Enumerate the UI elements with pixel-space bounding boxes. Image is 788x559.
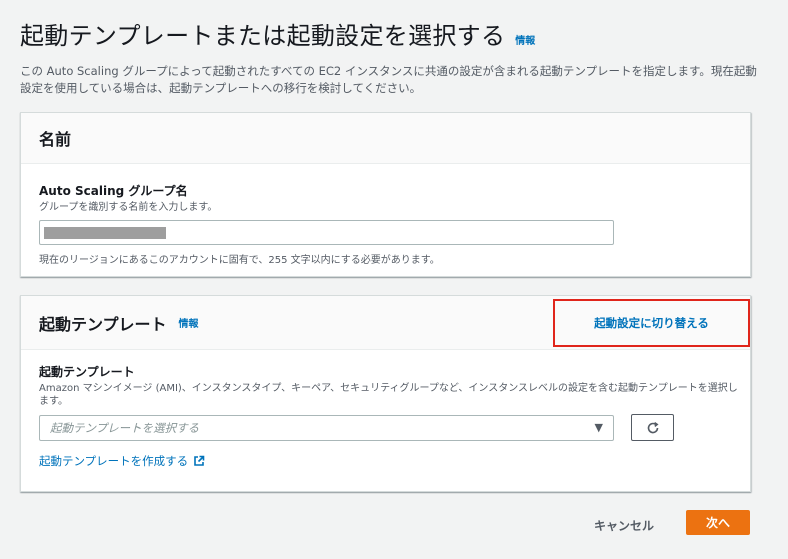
title-row: 起動テンプレートまたは起動設定を選択する 情報: [20, 16, 770, 51]
name-section-header: 名前: [21, 113, 750, 164]
launch-template-section-header: 起動テンプレート 情報 起動設定に切り替える: [21, 296, 750, 350]
switch-to-launch-config-button[interactable]: 起動設定に切り替える: [553, 299, 750, 347]
template-info-link[interactable]: 情報: [179, 315, 199, 330]
create-launch-template-label: 起動テンプレートを作成する: [39, 454, 189, 468]
group-name-description: グループを識別する名前を入力します。: [39, 202, 218, 213]
refresh-button[interactable]: [631, 414, 674, 441]
launch-template-section-title: 起動テンプレート: [39, 314, 167, 334]
refresh-icon: [647, 421, 659, 433]
next-button[interactable]: 次へ: [686, 510, 750, 535]
page: 起動テンプレートまたは起動設定を選択する 情報 この Auto Scaling …: [0, 0, 788, 559]
name-section-body: Auto Scaling グループ名 グループを識別する名前を入力します。 現在…: [21, 164, 750, 266]
create-launch-template-link[interactable]: 起動テンプレートを作成する: [39, 453, 205, 469]
launch-template-select[interactable]: 起動テンプレートを選択する ▼: [39, 414, 614, 441]
page-header: 起動テンプレートまたは起動設定を選択する 情報 この Auto Scaling …: [20, 16, 770, 97]
launch-template-label: 起動テンプレート: [39, 365, 135, 379]
launch-template-select-placeholder: 起動テンプレートを選択する: [50, 420, 200, 435]
caret-down-icon: ▼: [594, 421, 603, 434]
group-name-constraint: 現在のリージョンにあるこのアカウントに固有で、255 文字以内にする必要がありま…: [39, 255, 440, 266]
cancel-button[interactable]: キャンセル: [594, 517, 654, 534]
group-name-label: Auto Scaling グループ名: [39, 184, 188, 198]
page-title: 起動テンプレートまたは起動設定を選択する: [20, 22, 506, 50]
launch-template-section: 起動テンプレート 情報 起動設定に切り替える 起動テンプレート Amazon マ…: [20, 295, 751, 492]
redacted-input-value: [44, 227, 166, 239]
external-link-icon: [194, 455, 205, 466]
name-section: 名前 Auto Scaling グループ名 グループを識別する名前を入力します。…: [20, 112, 751, 277]
launch-template-description: Amazon マシンイメージ (AMI)、インスタンスタイプ、キーペア、セキュリ…: [39, 383, 738, 407]
name-section-title: 名前: [39, 130, 72, 149]
header-info-link[interactable]: 情報: [515, 32, 535, 47]
launch-template-section-body: 起動テンプレート Amazon マシンイメージ (AMI)、インスタンスタイプ、…: [21, 350, 750, 469]
launch-template-select-row: 起動テンプレートを選択する ▼: [39, 414, 732, 441]
group-name-input[interactable]: [39, 220, 614, 245]
page-description: この Auto Scaling グループによって起動されたすべての EC2 イン…: [20, 64, 757, 95]
